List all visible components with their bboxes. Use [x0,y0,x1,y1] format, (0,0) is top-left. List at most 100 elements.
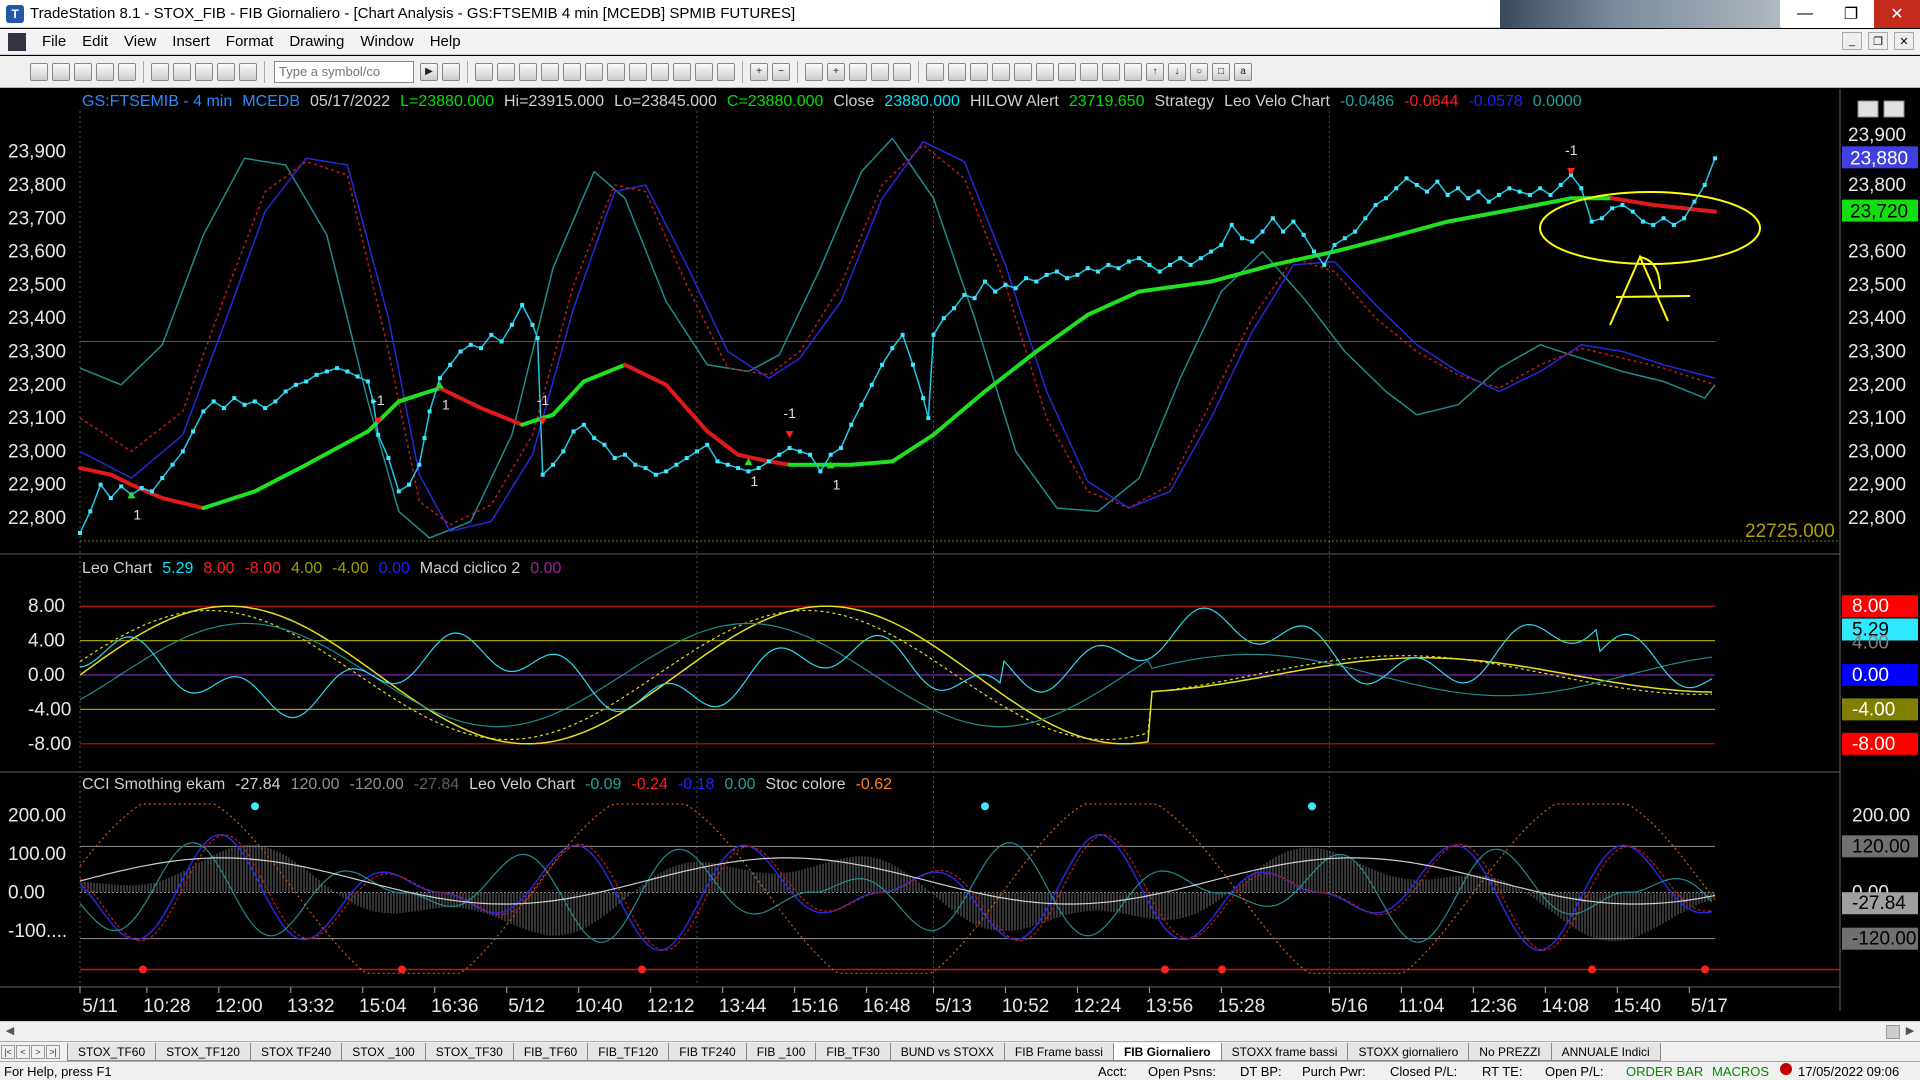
tradestation-icon[interactable]: T [6,4,24,23]
regression-icon[interactable] [1102,62,1120,81]
tab-stoxx-frame-bassi[interactable]: STOXX frame bassi [1220,1042,1349,1061]
tab-next-icon[interactable]: > [31,1044,45,1059]
tab-stox-100[interactable]: STOX _100 [341,1042,426,1061]
tab-stox-tf60[interactable]: STOX_TF60 [67,1042,157,1061]
tab-prev-icon[interactable]: < [16,1044,30,1059]
tab-fib-tf120[interactable]: FIB_TF120 [587,1042,670,1061]
price-bar [1476,189,1481,194]
tab-fib-frame-bassi[interactable]: FIB Frame bassi [1003,1042,1114,1061]
chart-style-icon[interactable] [541,62,559,81]
tab-stox-tf30[interactable]: STOX_TF30 [424,1042,514,1061]
lock-icon[interactable] [195,62,213,81]
price-bar [1425,189,1430,194]
table-icon[interactable] [519,62,537,81]
scroll-right-icon[interactable]: ▶ [1902,1024,1918,1040]
crosshair-icon[interactable]: + [827,62,845,81]
tab-fib-giornaliero[interactable]: FIB Giornaliero [1112,1042,1222,1061]
vertical-line-icon[interactable] [992,62,1010,81]
menu-edit[interactable]: Edit [74,33,116,50]
tab-stox-tf240[interactable]: STOX TF240 [249,1042,343,1061]
open-workspace-icon[interactable] [74,62,92,81]
new-icon[interactable] [30,62,48,81]
tab-last-icon[interactable]: >| [46,1044,60,1059]
indicator-icon[interactable] [563,62,581,81]
print-icon[interactable] [151,62,169,81]
tab-bund-vs-stoxx[interactable]: BUND vs STOXX [889,1042,1005,1061]
line-chart-icon[interactable] [717,62,735,81]
horizontal-line-icon[interactable] [970,62,988,81]
mdi-restore-icon[interactable]: ❐ [1868,32,1888,50]
trendline-icon[interactable] [948,62,966,81]
link-icon[interactable] [651,62,669,81]
menu-format[interactable]: Format [218,33,282,50]
pencil-icon[interactable] [926,62,944,81]
scrollbar-thumb[interactable] [1886,1025,1900,1039]
alert-icon[interactable] [893,62,911,81]
candle-icon[interactable] [695,62,713,81]
up-arrow-icon[interactable]: ↑ [1146,62,1164,81]
tab-annuale-indici[interactable]: ANNUALE Indici [1550,1042,1661,1061]
down-arrow-icon[interactable]: ↓ [1168,62,1186,81]
pointer-icon[interactable] [805,62,823,81]
maximize-icon[interactable]: ❐ [1828,0,1874,28]
globe-icon[interactable] [239,62,257,81]
tab-fib-tf60[interactable]: FIB_TF60 [512,1042,589,1061]
scroll-left-icon[interactable]: ◀ [2,1024,18,1040]
ellipse-icon[interactable]: ○ [1190,62,1208,81]
strategy-icon[interactable] [585,62,603,81]
price-bar [1661,216,1666,221]
legend-item: -0.0486 [1340,93,1394,110]
legend-item: L=23880.000 [400,93,494,110]
menu-window[interactable]: Window [352,33,421,50]
tab-stox-tf120[interactable]: STOX_TF120 [155,1042,251,1061]
status-macros[interactable]: MACROS [1712,1064,1769,1079]
status-order-bar[interactable]: ORDER BAR [1626,1064,1703,1079]
tools-icon[interactable] [849,62,867,81]
bar-chart-icon[interactable] [673,62,691,81]
time-axis-tick: 12:36 [1470,996,1518,1017]
chart-scrollbar[interactable]: ◀ ▶ [0,1021,1920,1041]
arc-icon[interactable] [1124,62,1142,81]
mdi-minimize-icon[interactable]: _ [1842,32,1862,50]
chart-analysis[interactable]: GS:FTSEMIB - 4 min MCEDB 05/17/2022 L=23880… [0,89,1920,1021]
data-window-icon[interactable] [871,62,889,81]
menu-insert[interactable]: Insert [164,33,218,50]
close-icon[interactable]: ✕ [1874,0,1920,28]
price-bar [962,292,967,297]
tab-fib-tf30[interactable]: FIB_TF30 [815,1042,891,1061]
symbol-lookup-icon[interactable] [442,62,460,81]
print-preview-icon[interactable] [173,62,191,81]
play-icon[interactable]: ▶ [420,62,438,81]
menu-help[interactable]: Help [422,33,469,50]
tab-fib-100[interactable]: FIB _100 [745,1042,817,1061]
tab-stoxx-giornaliero[interactable]: STOXX giornaliero [1347,1042,1470,1061]
tab-first-icon[interactable]: |< [1,1044,15,1059]
speed-lines-icon[interactable] [1080,62,1098,81]
radar-icon[interactable] [607,62,625,81]
menu-drawing[interactable]: Drawing [281,33,352,50]
time-axis-tick: 5/17 [1691,996,1728,1017]
minimize-icon[interactable]: — [1782,0,1828,28]
symbol-input[interactable] [274,60,414,83]
rectangle-icon[interactable]: □ [1212,62,1230,81]
fibonacci-icon[interactable] [1014,62,1032,81]
menu-view[interactable]: View [116,33,164,50]
menu-file[interactable]: File [34,33,74,50]
zoom-out-icon[interactable]: − [772,62,790,81]
mdi-close-icon[interactable]: ✕ [1894,32,1914,50]
matrix-icon[interactable] [497,62,515,81]
gann-icon[interactable] [1058,62,1076,81]
channel-icon[interactable] [1036,62,1054,81]
window-icon[interactable] [629,62,647,81]
save-workspace-icon[interactable] [118,62,136,81]
tab-fib-tf240[interactable]: FIB TF240 [668,1042,747,1061]
chart-canvas[interactable]: GS:FTSEMIB - 4 min MCEDB 05/17/2022 L=23880… [0,89,1920,1021]
grid-icon[interactable] [475,62,493,81]
open-icon[interactable] [52,62,70,81]
text-tool-icon[interactable]: a [1234,62,1252,81]
tab-no-prezzi[interactable]: No PREZZI [1468,1042,1552,1061]
macro-icon[interactable] [217,62,235,81]
chart-window-icon[interactable] [8,32,26,51]
save-icon[interactable] [96,62,114,81]
zoom-in-icon[interactable]: + [750,62,768,81]
